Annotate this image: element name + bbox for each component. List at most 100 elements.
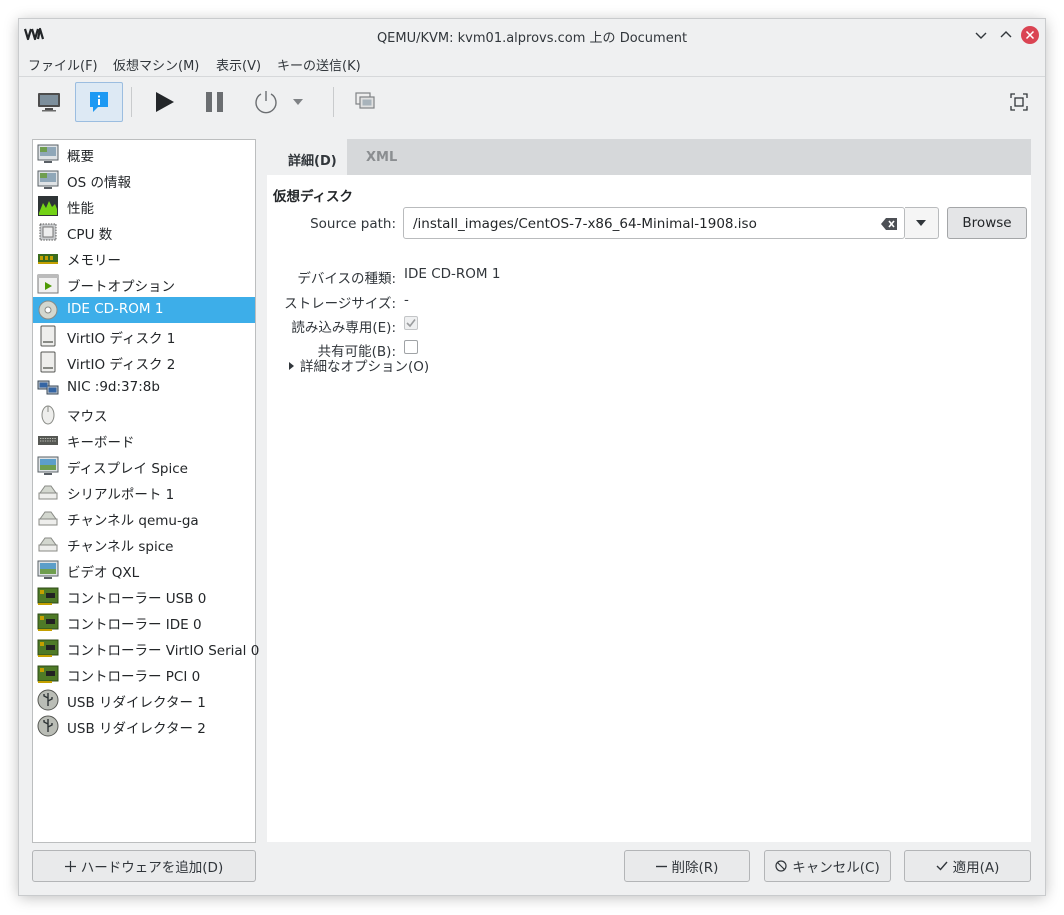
- hardware-item[interactable]: コントローラー USB 0: [33, 583, 255, 609]
- source-path-value: /install_images/CentOS-7-x86_64-Minimal-…: [413, 216, 757, 232]
- readonly-checkbox[interactable]: [404, 316, 418, 330]
- usb-icon: [37, 689, 59, 711]
- plus-icon: [64, 860, 76, 872]
- tab-xml-label: XML: [366, 150, 398, 165]
- remove-label: 削除(R): [671, 860, 719, 876]
- hardware-item[interactable]: キーボード: [33, 427, 255, 453]
- keyboard-icon: [37, 429, 59, 451]
- hardware-item[interactable]: ビデオ QXL: [33, 557, 255, 583]
- virt-manager-window: QEMU/KVM: kvm01.alprovs.com 上の Document …: [19, 19, 1045, 895]
- controller-icon: [37, 663, 59, 685]
- source-path-input[interactable]: /install_images/CentOS-7-x86_64-Minimal-…: [403, 207, 905, 239]
- hardware-item[interactable]: マウス: [33, 401, 255, 427]
- hardware-item[interactable]: シリアルポート 1: [33, 479, 255, 505]
- source-path-label: Source path:: [310, 216, 396, 232]
- close-icon[interactable]: [1020, 25, 1040, 45]
- menu-send-key[interactable]: キーの送信(K): [277, 55, 361, 74]
- display-icon: [37, 455, 59, 477]
- hardware-item[interactable]: チャンネル spice: [33, 531, 255, 557]
- fullscreen-button[interactable]: [995, 82, 1043, 122]
- browse-button[interactable]: Browse: [947, 207, 1027, 239]
- menu-vm[interactable]: 仮想マシン(M): [113, 55, 199, 74]
- pause-icon: [206, 92, 223, 112]
- hardware-item[interactable]: 概要: [33, 141, 255, 167]
- hardware-item[interactable]: ディスプレイ Spice: [33, 453, 255, 479]
- advanced-options-expander[interactable]: 詳細なオプション(O): [289, 355, 429, 375]
- mouse-icon: [37, 403, 59, 425]
- hardware-item-label: コントローラー VirtIO Serial 0: [67, 643, 260, 659]
- hardware-item[interactable]: USB リダイレクター 2: [33, 713, 255, 739]
- menu-view[interactable]: 表示(V): [216, 55, 261, 74]
- snapshot-icon: [355, 92, 375, 109]
- title-bar[interactable]: QEMU/KVM: kvm01.alprovs.com 上の Document: [19, 19, 1045, 51]
- hardware-item[interactable]: チャンネル qemu-ga: [33, 505, 255, 531]
- cpu-icon: [37, 221, 59, 243]
- hardware-item-label: チャンネル spice: [67, 539, 174, 555]
- hardware-item[interactable]: IDE CD-ROM 1: [33, 297, 255, 323]
- clear-text-icon[interactable]: [880, 217, 898, 231]
- power-icon: [255, 91, 277, 114]
- device-type-label: デバイスの種類:: [297, 271, 396, 287]
- hardware-item-label: 性能: [67, 201, 94, 217]
- device-type-value: IDE CD-ROM 1: [404, 266, 501, 282]
- console-button[interactable]: [25, 82, 73, 122]
- hardware-item-label: USB リダイレクター 1: [67, 695, 206, 711]
- hardware-list[interactable]: 概要 OS の情報 性能 CPU 数メモリー ブートオプション IDE CD-ROM 1 V…: [32, 139, 259, 843]
- toolbar-separator: [333, 87, 334, 117]
- hardware-item[interactable]: OS の情報: [33, 167, 255, 193]
- menu-file[interactable]: ファイル(F): [28, 55, 98, 74]
- hardware-item-label: コントローラー USB 0: [67, 591, 207, 607]
- hardware-item[interactable]: NIC :9d:37:8b: [33, 375, 255, 401]
- source-path-dropdown[interactable]: [905, 207, 939, 239]
- details-button[interactable]: [75, 82, 123, 122]
- maximize-icon[interactable]: [996, 25, 1016, 45]
- hardware-item[interactable]: ブートオプション: [33, 271, 255, 297]
- cancel-button[interactable]: キャンセル(C): [764, 850, 891, 882]
- hardware-item[interactable]: USB リダイレクター 1: [33, 687, 255, 713]
- remove-button[interactable]: 削除(R): [624, 850, 750, 882]
- hardware-item-label: CPU 数: [67, 227, 113, 243]
- disk-icon: [37, 325, 59, 347]
- hardware-item-label: シリアルポート 1: [67, 487, 175, 503]
- toolbar-separator: [131, 87, 132, 117]
- hardware-item[interactable]: 性能: [33, 193, 255, 219]
- hardware-item-label: ビデオ QXL: [67, 565, 140, 581]
- hardware-item[interactable]: コントローラー VirtIO Serial 0: [33, 635, 259, 661]
- run-button[interactable]: [140, 82, 188, 122]
- add-hardware-label: ハードウェアを追加(D): [80, 860, 224, 876]
- hardware-item[interactable]: VirtIO ディスク 1: [33, 323, 255, 349]
- cancel-label: キャンセル(C): [792, 860, 880, 876]
- tab-bar: 詳細(D) XML: [267, 139, 1031, 175]
- pause-button[interactable]: [191, 82, 239, 122]
- channel-icon: [37, 533, 59, 555]
- shutdown-menu-button[interactable]: [285, 82, 311, 122]
- dropdown-arrow-icon: [293, 99, 303, 105]
- hardware-item[interactable]: CPU 数: [33, 219, 255, 245]
- minimize-icon[interactable]: [971, 25, 991, 45]
- shareable-checkbox[interactable]: [404, 340, 418, 354]
- storage-size-label: ストレージサイズ:: [284, 296, 396, 312]
- apply-button[interactable]: 適用(A): [904, 850, 1031, 882]
- details-panel: 詳細(D) XML 仮想ディスク Source path: /install_i…: [267, 139, 1031, 842]
- hardware-item[interactable]: コントローラー IDE 0: [33, 609, 255, 635]
- monitor-icon: [38, 93, 60, 112]
- menu-bar: ファイル(F) 仮想マシン(M) 表示(V) キーの送信(K): [19, 51, 1045, 77]
- usb-icon: [37, 715, 59, 737]
- disk-details: 仮想ディスク Source path: /install_images/Cent…: [267, 175, 1031, 842]
- hardware-item-label: ディスプレイ Spice: [67, 461, 188, 477]
- storage-size-value: -: [404, 292, 409, 308]
- hardware-item[interactable]: コントローラー PCI 0: [33, 661, 255, 687]
- hardware-item[interactable]: VirtIO ディスク 2: [33, 349, 255, 375]
- overview-icon: [37, 143, 59, 165]
- hardware-item-label: ブートオプション: [67, 279, 175, 295]
- minus-icon: [655, 861, 667, 872]
- boot-icon: [37, 273, 59, 295]
- hardware-item[interactable]: メモリー: [33, 245, 255, 271]
- add-hardware-button[interactable]: ハードウェアを追加(D): [32, 850, 256, 882]
- snapshots-button[interactable]: [342, 82, 390, 122]
- tab-details[interactable]: 詳細(D): [267, 139, 347, 175]
- shutdown-button[interactable]: [242, 82, 290, 122]
- checkmark-icon: [406, 319, 416, 328]
- tab-xml[interactable]: XML: [347, 139, 417, 175]
- tab-details-label: 詳細(D): [288, 154, 337, 169]
